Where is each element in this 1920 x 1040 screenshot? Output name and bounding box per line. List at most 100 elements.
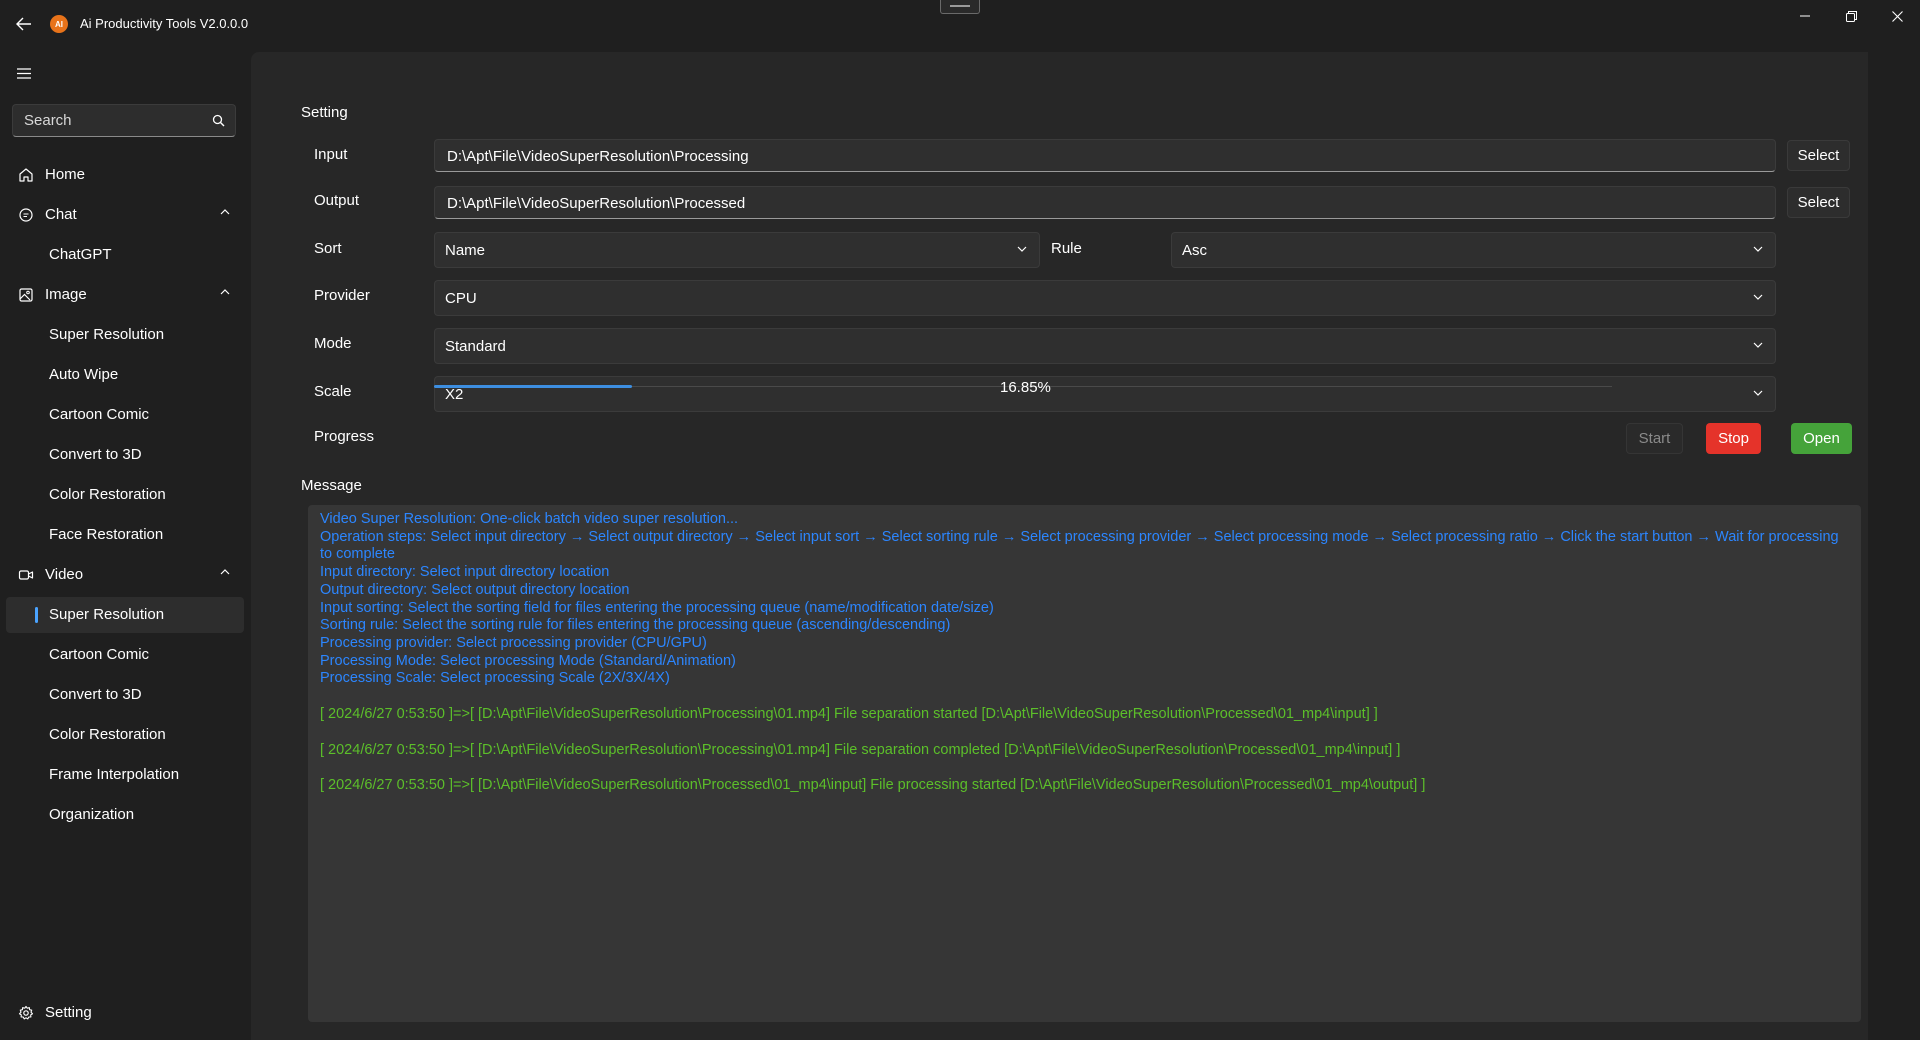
nav-item-label: Color Restoration: [49, 726, 166, 743]
nav-item-label: Super Resolution: [49, 326, 165, 343]
nav-image[interactable]: Image: [6, 277, 244, 313]
back-button[interactable]: [10, 12, 38, 36]
nav-item-label: Super Resolution: [49, 606, 165, 623]
provider-label: Provider: [314, 287, 370, 304]
nav-video-convert-3d[interactable]: Convert to 3D: [6, 677, 244, 713]
message-log[interactable]: Video Super Resolution: One-click batch …: [308, 505, 1861, 1022]
scale-dropdown[interactable]: X2: [434, 376, 1776, 412]
close-icon: [1891, 10, 1903, 22]
nav-image-color-restoration[interactable]: Color Restoration: [6, 477, 244, 513]
nav-video-frame-interpolation[interactable]: Frame Interpolation: [6, 757, 244, 793]
nav-chat[interactable]: Chat: [6, 197, 244, 233]
chevron-up-icon: [220, 209, 230, 215]
restore-icon: [1845, 10, 1857, 22]
drag-handle[interactable]: [940, 0, 980, 14]
output-path-field[interactable]: D:\Apt\File\VideoSuperResolution\Process…: [434, 186, 1776, 219]
chevron-down-icon: [1753, 390, 1763, 396]
nav-item-label: Auto Wipe: [49, 366, 119, 383]
nav-home-label: Home: [45, 166, 86, 183]
search-box: [12, 104, 236, 137]
chevron-down-icon: [1753, 342, 1763, 348]
search-input[interactable]: [13, 105, 203, 136]
nav-video-organization[interactable]: Organization: [6, 797, 244, 833]
nav-image-auto-wipe[interactable]: Auto Wipe: [6, 357, 244, 393]
message-info-line: Output directory: Select output director…: [320, 581, 630, 598]
nav-home[interactable]: Home: [6, 157, 244, 193]
message-log-line: [ 2024/6/27 0:53:50 ]=>[ [D:\Apt\File\Vi…: [320, 777, 1426, 794]
message-log-line: [ 2024/6/27 0:53:50 ]=>[ [D:\Apt\File\Vi…: [320, 741, 1401, 758]
open-button[interactable]: Open: [1791, 423, 1852, 454]
nav-image-label: Image: [45, 286, 87, 303]
close-button[interactable]: [1874, 0, 1920, 32]
home-icon: [19, 168, 33, 182]
message-info-line: Operation steps: Select input directory …: [320, 528, 1839, 563]
nav-setting[interactable]: Setting: [6, 995, 244, 1031]
message-section-title: Message: [301, 477, 362, 494]
output-path-value: D:\Apt\File\VideoSuperResolution\Process…: [447, 195, 746, 212]
progress-label: Progress: [314, 428, 375, 445]
nav-video[interactable]: Video: [6, 557, 244, 593]
back-arrow-icon: [16, 17, 31, 31]
rule-dropdown[interactable]: Asc: [1171, 232, 1776, 268]
nav-item-label: Cartoon Comic: [49, 406, 150, 423]
chat-icon: [19, 208, 33, 222]
app-logo-icon: AI: [50, 15, 68, 33]
minimize-icon: [1800, 15, 1810, 17]
stop-button[interactable]: Stop: [1706, 423, 1761, 454]
sidebar: Home Chat ChatGPT Image Super Resolution…: [0, 49, 250, 1040]
chevron-up-icon: [220, 569, 230, 575]
nav-chat-label: Chat: [45, 206, 77, 223]
nav-item-label: Face Restoration: [49, 526, 164, 543]
nav-video-color-restoration[interactable]: Color Restoration: [6, 717, 244, 753]
message-log-line: [ 2024/6/27 0:53:50 ]=>[ [D:\Apt\File\Vi…: [320, 706, 1378, 723]
hamburger-icon: [17, 67, 31, 79]
sort-label: Sort: [314, 240, 342, 257]
nav-chatgpt[interactable]: ChatGPT: [6, 237, 244, 273]
nav-image-face-restoration[interactable]: Face Restoration: [6, 517, 244, 553]
message-info-line: Processing provider: Select processing p…: [320, 634, 707, 651]
nav-image-convert-3d[interactable]: Convert to 3D: [6, 437, 244, 473]
chevron-down-icon: [1753, 294, 1763, 300]
gear-icon: [18, 1005, 34, 1020]
image-icon: [19, 288, 33, 302]
nav-item-label: Frame Interpolation: [49, 766, 180, 783]
nav-item-label: Convert to 3D: [49, 446, 142, 463]
minimize-button[interactable]: [1782, 0, 1828, 32]
input-path-field[interactable]: D:\Apt\File\VideoSuperResolution\Process…: [434, 139, 1776, 172]
nav-image-cartoon-comic[interactable]: Cartoon Comic: [6, 397, 244, 433]
app-title: Ai Productivity Tools V2.0.0.0: [80, 16, 249, 31]
input-select-button[interactable]: Select: [1787, 140, 1850, 171]
rule-value: Asc: [1182, 242, 1208, 259]
nav-setting-label: Setting: [45, 1004, 92, 1021]
sort-dropdown[interactable]: Name: [434, 232, 1040, 268]
scale-label: Scale: [314, 383, 352, 400]
nav-chatgpt-label: ChatGPT: [49, 246, 112, 263]
rule-label: Rule: [1051, 240, 1082, 257]
restore-button[interactable]: [1828, 0, 1874, 32]
provider-dropdown[interactable]: CPU: [434, 280, 1776, 316]
setting-section-title: Setting: [301, 104, 348, 121]
search-icon[interactable]: [212, 114, 225, 127]
selection-indicator: [35, 607, 38, 623]
nav-item-label: Cartoon Comic: [49, 646, 150, 663]
progress-percent: 16.85%: [1000, 379, 1051, 396]
nav-item-label: Organization: [49, 806, 135, 823]
menu-toggle-button[interactable]: [14, 64, 34, 82]
start-button[interactable]: Start: [1626, 423, 1683, 454]
provider-value: CPU: [445, 290, 477, 307]
message-info-line: Video Super Resolution: One-click batch …: [320, 511, 739, 527]
message-info-line: Sorting rule: Select the sorting rule fo…: [320, 617, 951, 634]
nav-image-super-resolution[interactable]: Super Resolution: [6, 317, 244, 353]
chevron-down-icon: [1017, 246, 1027, 252]
chevron-down-icon: [1753, 246, 1763, 252]
sort-value: Name: [445, 242, 486, 259]
output-label: Output: [314, 192, 360, 209]
nav-video-super-resolution[interactable]: Super Resolution: [6, 597, 244, 633]
nav-video-label: Video: [45, 566, 84, 583]
message-info-line: Processing Mode: Select processing Mode …: [320, 652, 736, 669]
message-info-line: Input directory: Select input directory …: [320, 564, 610, 581]
nav-video-cartoon-comic[interactable]: Cartoon Comic: [6, 637, 244, 673]
mode-dropdown[interactable]: Standard: [434, 328, 1776, 364]
input-path-value: D:\Apt\File\VideoSuperResolution\Process…: [447, 148, 749, 165]
output-select-button[interactable]: Select: [1787, 187, 1850, 218]
